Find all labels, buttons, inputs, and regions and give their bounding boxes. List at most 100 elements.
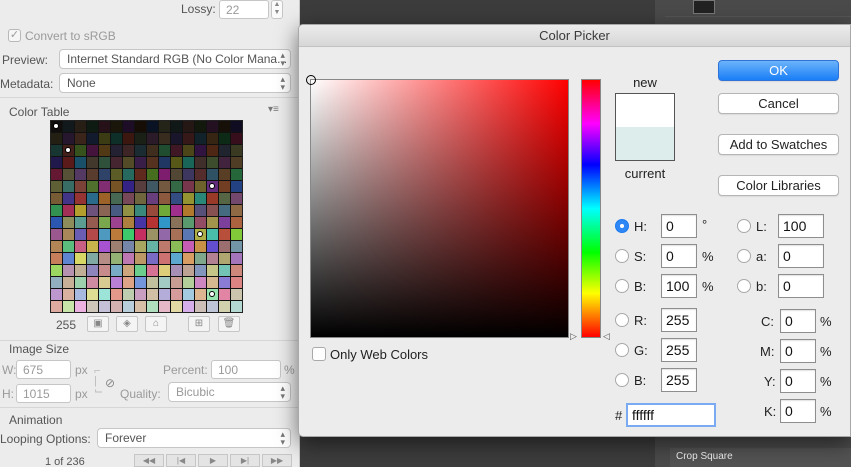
color-swatch[interactable] (87, 205, 98, 216)
color-swatch[interactable] (51, 133, 62, 144)
color-swatch[interactable] (123, 253, 134, 264)
web-shift-icon[interactable]: ◈ (116, 316, 138, 332)
next-frame-icon[interactable]: ▶| (230, 454, 260, 467)
color-swatch[interactable] (195, 181, 206, 192)
color-swatch[interactable] (111, 157, 122, 168)
color-swatch[interactable] (219, 265, 230, 276)
color-swatch[interactable] (99, 205, 110, 216)
first-frame-icon[interactable]: ◀◀ (134, 454, 164, 467)
height-field[interactable]: 1015 (16, 384, 71, 403)
color-swatch[interactable] (99, 301, 110, 312)
color-swatch[interactable] (87, 157, 98, 168)
color-swatch[interactable] (87, 145, 98, 156)
color-swatch[interactable] (195, 217, 206, 228)
previous-frame-icon[interactable]: |◀ (166, 454, 196, 467)
color-swatch[interactable] (111, 229, 122, 240)
color-swatch[interactable] (135, 205, 146, 216)
color-swatch[interactable] (147, 193, 158, 204)
lossy-stepper[interactable]: ▲ ▼ (271, 0, 283, 19)
color-swatch[interactable] (183, 193, 194, 204)
color-swatch[interactable] (183, 121, 194, 132)
color-swatch[interactable] (147, 181, 158, 192)
color-swatch[interactable] (159, 133, 170, 144)
color-swatch[interactable] (123, 121, 134, 132)
color-swatch[interactable] (159, 253, 170, 264)
color-swatch[interactable] (135, 289, 146, 300)
only-web-colors-checkbox[interactable] (312, 347, 326, 361)
color-swatch[interactable] (123, 193, 134, 204)
color-swatch[interactable] (99, 253, 110, 264)
color-swatch[interactable] (159, 121, 170, 132)
color-swatch[interactable] (231, 181, 242, 192)
color-swatch[interactable] (87, 253, 98, 264)
color-swatch[interactable] (123, 157, 134, 168)
color-swatch[interactable] (135, 193, 146, 204)
color-swatch[interactable] (135, 145, 146, 156)
color-swatch[interactable] (135, 301, 146, 312)
color-swatch[interactable] (147, 217, 158, 228)
color-swatch[interactable] (63, 301, 74, 312)
color-swatch[interactable] (123, 217, 134, 228)
color-swatch[interactable] (111, 289, 122, 300)
color-swatch[interactable] (123, 145, 134, 156)
color-swatch[interactable] (171, 145, 182, 156)
color-swatch[interactable] (171, 241, 182, 252)
color-swatch[interactable] (231, 265, 242, 276)
color-swatch[interactable] (87, 181, 98, 192)
color-swatch[interactable] (87, 277, 98, 288)
hue-field[interactable]: 0 (661, 214, 697, 238)
color-swatch[interactable] (207, 145, 218, 156)
color-swatch[interactable] (75, 181, 86, 192)
color-swatch[interactable] (207, 289, 218, 300)
color-swatch[interactable] (147, 229, 158, 240)
color-swatch[interactable] (183, 301, 194, 312)
color-swatch[interactable] (63, 253, 74, 264)
color-swatch[interactable] (63, 277, 74, 288)
color-swatch[interactable] (99, 193, 110, 204)
color-swatch[interactable] (147, 133, 158, 144)
color-swatch[interactable] (195, 205, 206, 216)
color-swatch[interactable] (123, 265, 134, 276)
color-swatch[interactable] (231, 121, 242, 132)
blue-radio[interactable] (615, 373, 629, 387)
color-swatch[interactable] (51, 193, 62, 204)
color-swatch[interactable] (147, 145, 158, 156)
color-swatch[interactable] (183, 133, 194, 144)
color-swatch[interactable] (183, 169, 194, 180)
hue-radio[interactable] (615, 219, 629, 233)
color-swatch[interactable] (111, 217, 122, 228)
color-swatch[interactable] (171, 205, 182, 216)
color-swatch[interactable] (87, 217, 98, 228)
color-swatch[interactable] (87, 241, 98, 252)
color-swatch[interactable] (183, 241, 194, 252)
color-swatch[interactable] (195, 121, 206, 132)
color-swatch[interactable] (111, 277, 122, 288)
color-swatch[interactable] (219, 277, 230, 288)
saturation-field[interactable]: 0 (661, 244, 697, 268)
color-swatch[interactable] (75, 145, 86, 156)
color-swatch[interactable] (171, 193, 182, 204)
color-swatch[interactable] (51, 157, 62, 168)
color-swatch[interactable] (147, 169, 158, 180)
color-swatch[interactable] (63, 157, 74, 168)
color-swatch[interactable] (183, 277, 194, 288)
color-swatch[interactable] (195, 289, 206, 300)
color-swatch[interactable] (63, 133, 74, 144)
color-swatch[interactable] (111, 145, 122, 156)
color-swatch[interactable] (51, 229, 62, 240)
color-swatch[interactable] (183, 157, 194, 168)
color-swatch[interactable] (147, 265, 158, 276)
color-table-grid[interactable] (50, 120, 243, 313)
color-swatch[interactable] (207, 133, 218, 144)
color-swatch[interactable] (75, 205, 86, 216)
color-swatch[interactable] (231, 253, 242, 264)
color-swatch[interactable] (99, 169, 110, 180)
color-swatch[interactable] (183, 265, 194, 276)
color-swatch[interactable] (123, 277, 134, 288)
color-swatch[interactable] (207, 205, 218, 216)
color-swatch[interactable] (51, 205, 62, 216)
lightness-radio[interactable] (737, 219, 751, 233)
color-swatch[interactable] (123, 301, 134, 312)
color-swatch[interactable] (171, 253, 182, 264)
cyan-field[interactable]: 0 (780, 309, 816, 333)
